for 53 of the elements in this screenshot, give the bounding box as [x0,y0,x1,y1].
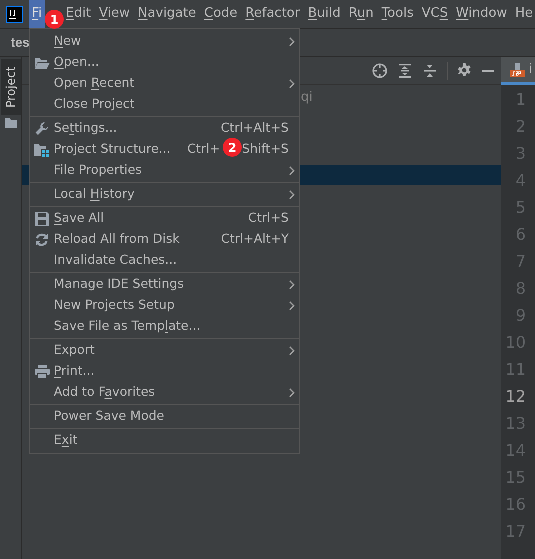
crosshair-icon[interactable] [372,62,388,78]
line-number: 12 [506,386,526,408]
menu-bar-item[interactable]: Build [304,0,345,28]
folder-icon [34,56,50,70]
menu-bar-item[interactable]: Tools [378,0,418,28]
menu-item[interactable]: Settings... [54,119,118,138]
app-logo-icon [6,6,23,22]
project-title: tes [11,34,30,52]
menu-item[interactable]: File Properties [54,161,142,180]
wrench-icon [35,122,49,136]
save-icon [35,212,49,226]
printer-icon [34,364,50,378]
menu-bar-item[interactable]: Code [200,0,242,28]
menu-item[interactable]: Open Recent [54,74,135,93]
reload-icon [35,232,49,246]
project-tool-button[interactable]: Project [1,59,21,115]
keyboard-shortcut: Ctrl+Alt+Y [221,230,289,248]
menu-bar-item[interactable]: View [95,0,134,28]
menu-bar-item[interactable]: Refactor [242,0,304,28]
menu-item[interactable]: Local History [54,185,135,204]
folder-icon [4,118,16,128]
menu-bar-item[interactable]: Edit [62,0,96,28]
jsp-file-icon [509,62,525,78]
menu-item[interactable]: Close Project [54,95,135,114]
menu-item[interactable]: New [54,32,82,51]
menu-bar-item[interactable]: Window [452,0,512,28]
menu-item[interactable]: Print... [54,362,95,381]
menu-item[interactable]: Add to Favorites [54,383,156,402]
menu-bar-item[interactable]: Run [344,0,378,28]
menu-item[interactable]: New Projects Setup [54,296,175,315]
menu-item[interactable]: Open... [54,53,100,72]
keyboard-shortcut: Ctrl+ [187,140,220,158]
keyboard-shortcut: Ctrl+Alt+S [220,119,289,138]
menu-item[interactable]: Exit [54,431,78,450]
menu-item[interactable]: Save All [54,209,104,228]
menu-item[interactable]: Project Structure... [54,140,171,159]
menu-bar-item[interactable]: VCS [418,0,452,28]
menu-item[interactable]: Reload All from Disk [54,230,180,249]
menu-item[interactable]: Save File as Template... [54,317,201,336]
menu-item[interactable]: Manage IDE Settings [54,275,184,294]
keyboard-shortcut: Shift+S [242,140,289,158]
editor-tab[interactable]: i [501,57,535,85]
menu-item[interactable]: Export [54,341,95,360]
menu-bar-item[interactable]: Fi [29,0,45,28]
expand-all-icon[interactable] [397,62,413,78]
menu-item[interactable]: Power Save Mode [54,407,164,426]
keyboard-shortcut: Ctrl+S [248,209,289,228]
folder-grid-icon [34,142,50,156]
menu-item[interactable]: Invalidate Caches... [54,251,178,270]
menu-bar-item[interactable]: Navigate [134,0,200,28]
menu-bar-item[interactable]: He [511,0,535,28]
settings-icon[interactable] [457,63,472,78]
collapse-all-icon[interactable] [422,62,438,78]
